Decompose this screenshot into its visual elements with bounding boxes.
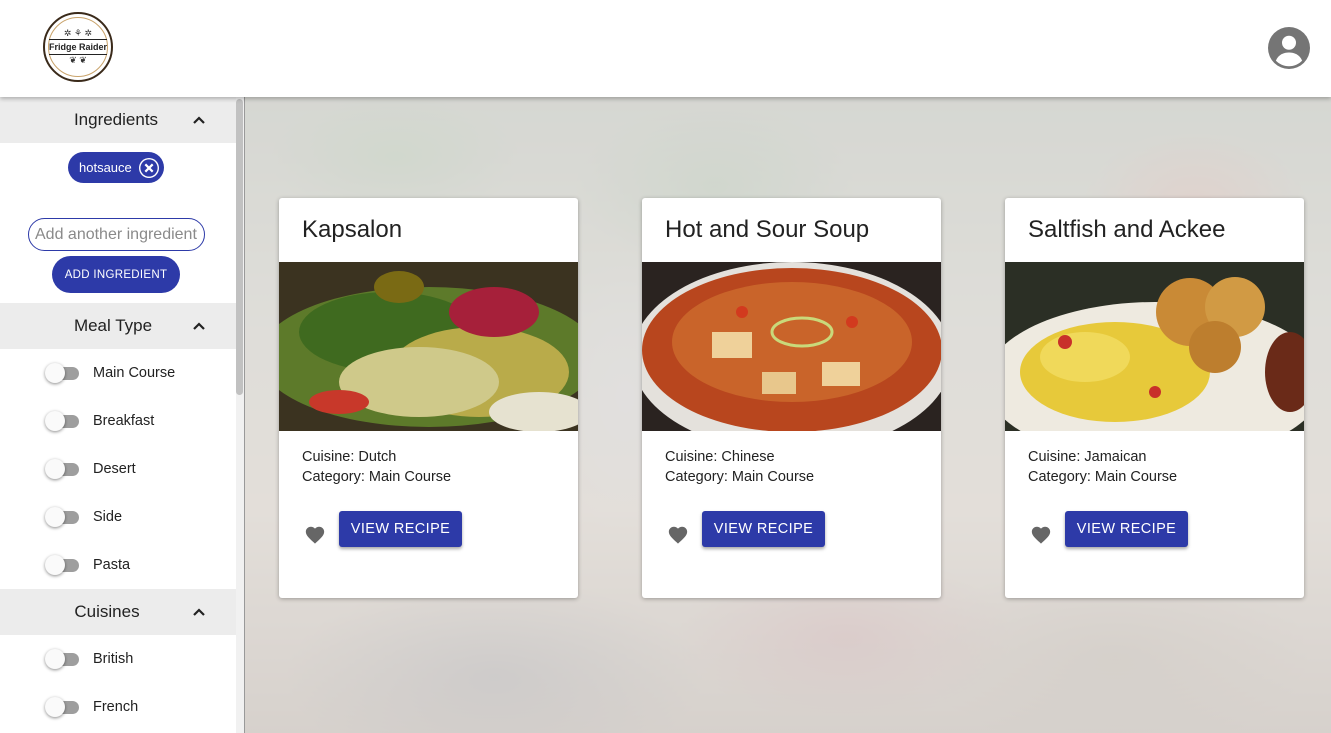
toggle-switch[interactable] (45, 505, 79, 529)
toggle-switch[interactable] (45, 695, 79, 719)
toggle-label: British (93, 651, 134, 667)
recipe-cuisine: Cuisine: Jamaican (1028, 449, 1147, 465)
recipe-image[interactable] (642, 262, 941, 431)
fridge-raider-logo[interactable]: ✲ ⚘ ✲ Fridge Raider ❦ ❦ (43, 12, 113, 82)
recipe-title: Hot and Sour Soup (665, 216, 870, 243)
recipe-image[interactable] (279, 262, 578, 431)
toggle-switch[interactable] (45, 457, 79, 481)
results-area: Kapsalon Cuisine: Dutch Category: Main C… (245, 97, 1331, 733)
chevron-up-icon[interactable] (192, 113, 206, 127)
toggle-label: Desert (93, 461, 136, 477)
chevron-up-icon[interactable] (192, 605, 206, 619)
favorite-heart-icon[interactable] (304, 524, 326, 546)
toggle-switch[interactable] (45, 553, 79, 577)
app-header: ✲ ⚘ ✲ Fridge Raider ❦ ❦ (0, 0, 1331, 97)
recipe-title: Saltfish and Ackee (1028, 216, 1226, 243)
cuisines-title: Cuisines (74, 602, 140, 621)
recipe-cuisine: Cuisine: Chinese (665, 449, 775, 465)
cuisine-toggle-french[interactable]: French (45, 695, 138, 719)
toggle-switch[interactable] (45, 361, 79, 385)
cuisine-toggle-british[interactable]: British (45, 647, 133, 671)
meal-type-toggle-desert[interactable]: Desert (45, 457, 136, 481)
ingredients-section-header[interactable]: Ingredients (0, 97, 236, 143)
logo-text: Fridge Raider (48, 39, 107, 55)
view-recipe-button[interactable]: VIEW RECIPE (1065, 511, 1188, 547)
toggle-label: French (93, 699, 139, 715)
ingredient-chip-label: hotsauce (79, 160, 132, 175)
filter-sidebar: Ingredients hotsauce ADD INGREDIENT Meal… (0, 97, 245, 733)
toggle-label: Side (93, 509, 123, 525)
recipe-title: Kapsalon (302, 216, 403, 243)
favorite-heart-icon[interactable] (667, 524, 689, 546)
ingredient-chip: hotsauce (68, 152, 164, 183)
sidebar-scrollbar-thumb[interactable] (236, 99, 243, 395)
toggle-switch[interactable] (45, 409, 79, 433)
recipe-card: Hot and Sour Soup Cuisine: Chinese Categ… (642, 198, 941, 598)
remove-chip-icon[interactable] (138, 157, 160, 179)
add-ingredient-button[interactable]: ADD INGREDIENT (52, 256, 180, 293)
recipe-category: Category: Main Course (1028, 469, 1178, 485)
chevron-up-icon[interactable] (192, 319, 206, 333)
toggle-label: Breakfast (93, 413, 155, 429)
ingredient-input[interactable] (28, 218, 205, 251)
logo-bottom-ornament: ❦ ❦ (69, 55, 87, 65)
recipe-card: Saltfish and Ackee Cuisine: Jamaican Cat… (1005, 198, 1304, 598)
meal-type-toggle-main-course[interactable]: Main Course (45, 361, 175, 385)
meal-type-toggle-breakfast[interactable]: Breakfast (45, 409, 154, 433)
cuisines-section-header[interactable]: Cuisines (0, 589, 236, 635)
toggle-label: Main Course (93, 365, 176, 381)
view-recipe-button[interactable]: VIEW RECIPE (702, 511, 825, 547)
recipe-card: Kapsalon Cuisine: Dutch Category: Main C… (279, 198, 578, 598)
account-circle-icon[interactable] (1268, 27, 1310, 69)
favorite-heart-icon[interactable] (1030, 524, 1052, 546)
recipe-category: Category: Main Course (302, 469, 452, 485)
recipe-category: Category: Main Course (665, 469, 815, 485)
meal-type-toggle-side[interactable]: Side (45, 505, 122, 529)
toggle-label: Pasta (93, 557, 131, 573)
view-recipe-button[interactable]: VIEW RECIPE (339, 511, 462, 547)
recipe-image[interactable] (1005, 262, 1304, 431)
recipe-cuisine: Cuisine: Dutch (302, 449, 397, 465)
toggle-switch[interactable] (45, 647, 79, 671)
meal-type-toggle-pasta[interactable]: Pasta (45, 553, 130, 577)
meal-type-section-header[interactable]: Meal Type (0, 303, 236, 349)
logo-top-ornament: ✲ ⚘ ✲ (63, 28, 93, 38)
